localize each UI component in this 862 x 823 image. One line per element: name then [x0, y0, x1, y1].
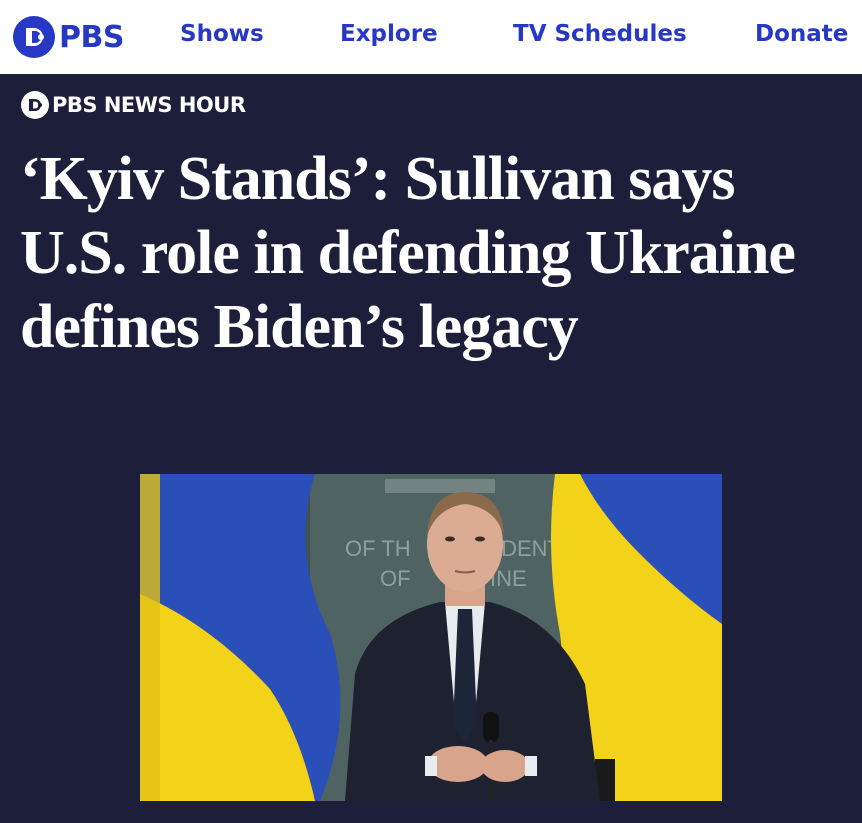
article-photo: OF TH IDENT OF INE	[140, 474, 722, 801]
nav-donate-link[interactable]: Donate	[755, 21, 848, 47]
backdrop-text-1: OF TH	[345, 536, 411, 561]
nav-tv-schedules-link[interactable]: TV Schedules	[513, 21, 687, 47]
top-navigation: PBS Shows Explore TV Schedules Donate	[0, 0, 862, 74]
show-label-text: PBS NEWS HOUR	[52, 93, 246, 117]
pbs-head-logo-icon	[21, 91, 49, 119]
backdrop-text-2: OF	[380, 566, 411, 591]
show-label-pbs-news-hour[interactable]: PBS NEWS HOUR	[20, 90, 246, 120]
nav-shows-link[interactable]: Shows	[180, 21, 264, 47]
article-headline: ‘Kyiv Stands’: Sullivan says U.S. role i…	[20, 145, 796, 361]
nav-explore-link[interactable]: Explore	[340, 21, 438, 47]
photo-illustration: OF TH IDENT OF INE	[140, 474, 722, 801]
pbs-wordmark: PBS	[59, 19, 124, 55]
pbs-logo-link[interactable]: PBS	[12, 15, 124, 59]
pbs-head-logo-icon	[13, 16, 55, 58]
